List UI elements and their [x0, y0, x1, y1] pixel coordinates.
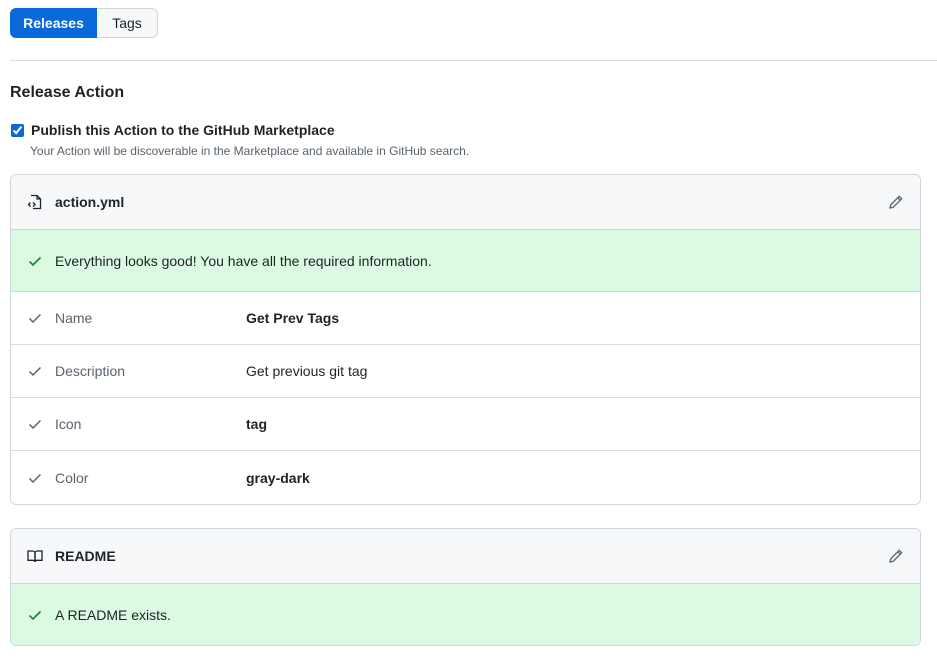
table-row: Name Get Prev Tags	[11, 292, 920, 345]
row-value: Get Prev Tags	[246, 310, 340, 326]
pencil-icon[interactable]	[888, 548, 904, 564]
row-value: Get previous git tag	[246, 363, 368, 379]
success-message: A README exists.	[55, 606, 171, 623]
book-icon	[27, 548, 43, 564]
check-icon	[27, 363, 43, 379]
readme-success: A README exists.	[11, 584, 920, 645]
publish-option[interactable]: Publish this Action to the GitHub Market…	[10, 122, 335, 138]
table-row: Color gray-dark	[11, 451, 920, 504]
check-icon	[27, 253, 43, 269]
action-yml-success: Everything looks good! You have all the …	[11, 230, 920, 292]
success-message: Everything looks good! You have all the …	[55, 252, 432, 269]
check-icon	[27, 416, 43, 432]
check-icon	[27, 607, 43, 623]
tab-releases[interactable]: Releases	[10, 8, 97, 38]
action-yml-header: action.yml	[11, 175, 920, 230]
action-yml-title: action.yml	[55, 194, 125, 210]
readme-title: README	[55, 548, 116, 564]
row-value: tag	[246, 416, 267, 432]
tab-tags[interactable]: Tags	[97, 8, 158, 38]
divider	[10, 60, 937, 61]
row-label: Name	[55, 310, 93, 326]
readme-header: README	[11, 529, 920, 584]
table-row: Description Get previous git tag	[11, 345, 920, 398]
row-label: Color	[55, 469, 89, 486]
row-value: gray-dark	[246, 469, 310, 486]
readme-card: README A README exists.	[10, 528, 921, 646]
action-yml-card: action.yml Everything looks good! You ha…	[10, 174, 921, 505]
section-title: Release Action	[10, 84, 125, 101]
publish-help-text: Your Action will be discoverable in the …	[30, 144, 470, 158]
table-row: Icon tag	[11, 398, 920, 451]
pencil-icon[interactable]	[888, 194, 904, 210]
check-icon	[27, 310, 43, 326]
publish-checkbox[interactable]	[11, 123, 24, 137]
row-label: Description	[55, 363, 126, 379]
check-icon	[27, 470, 43, 486]
file-code-icon	[27, 194, 43, 210]
release-tabs: Releases Tags	[10, 8, 158, 38]
row-label: Icon	[55, 416, 82, 432]
publish-label: Publish this Action to the GitHub Market…	[31, 122, 335, 138]
